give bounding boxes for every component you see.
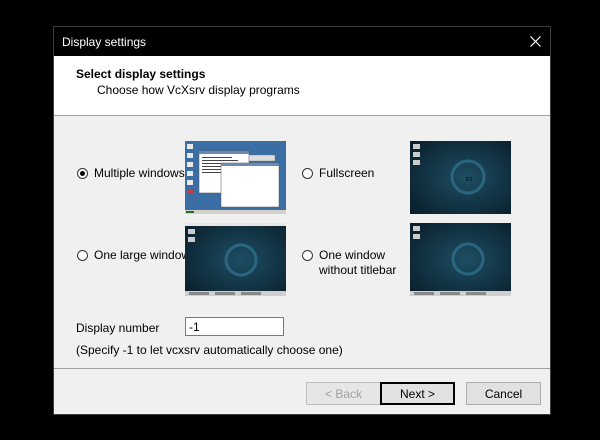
display-settings-dialog: Display settings Select display settings… [53,26,551,415]
preview-one-large-window [185,223,286,296]
window-title: Display settings [62,35,147,49]
display-number-input[interactable] [185,317,284,336]
option-fullscreen[interactable]: Fullscreen [302,166,374,181]
footer-separator [54,368,550,369]
wizard-header: Select display settings Choose how VcXsr… [54,56,550,116]
option-label: One large window [94,248,191,262]
option-multiple-windows[interactable]: Multiple windows [77,166,185,181]
header-title: Select display settings [76,67,206,81]
option-label: Fullscreen [319,166,375,180]
option-one-large-window[interactable]: One large window [77,248,190,263]
preview-fullscreen [410,141,511,214]
display-number-hint: (Specify -1 to let vcxsrv automatically … [76,343,343,357]
display-number-label: Display number [76,321,160,335]
close-icon [529,36,541,47]
next-button[interactable]: Next > [380,382,455,405]
close-button[interactable] [520,27,550,56]
radio-multiple-windows[interactable] [77,168,88,179]
option-one-window-no-titlebar[interactable]: One window without titlebar [302,248,396,278]
header-subtitle: Choose how VcXsrv display programs [97,83,300,97]
preview-multiple-windows [185,141,286,214]
option-label: One window without titlebar [319,248,397,277]
radio-fullscreen[interactable] [302,168,313,179]
radio-one-window-no-titlebar[interactable] [302,250,313,261]
back-button[interactable]: < Back [306,382,381,405]
preview-one-window-no-titlebar [410,223,511,296]
title-bar: Display settings [54,27,550,56]
radio-one-large-window[interactable] [77,250,88,261]
cancel-button[interactable]: Cancel [466,382,541,405]
option-label: Multiple windows [94,166,185,180]
